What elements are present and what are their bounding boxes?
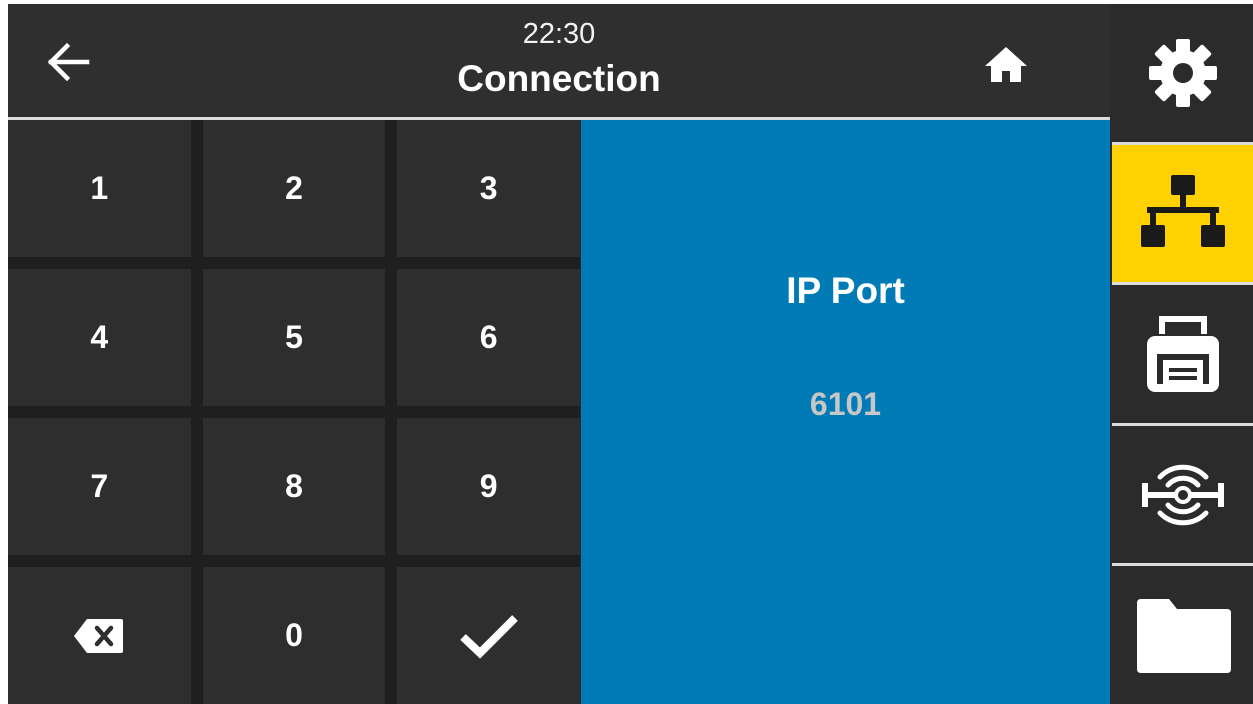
sidebar-item-settings[interactable] xyxy=(1112,4,1253,142)
value-entry-panel: IP Port 6101 xyxy=(581,120,1110,704)
key-7[interactable]: 7 xyxy=(8,418,191,555)
key-3[interactable]: 3 xyxy=(397,120,580,257)
backspace-key[interactable] xyxy=(8,567,191,704)
sidebar-item-print[interactable] xyxy=(1112,285,1253,423)
printer-screen: 22:30 Connection 1 2 3 4 5 6 7 8 9 0 IP … xyxy=(8,4,1253,704)
key-5[interactable]: 5 xyxy=(202,269,386,406)
key-0[interactable]: 0 xyxy=(202,567,386,704)
key-4[interactable]: 4 xyxy=(8,269,191,406)
page-title: Connection xyxy=(457,58,661,99)
home-icon xyxy=(985,47,1027,82)
home-button[interactable] xyxy=(976,34,1036,94)
backspace-icon xyxy=(74,618,124,653)
folder-icon xyxy=(1136,599,1231,674)
numeric-keypad: 1 2 3 4 5 6 7 8 9 0 xyxy=(8,120,580,704)
key-8[interactable]: 8 xyxy=(202,418,386,555)
sidebar-item-connection[interactable] xyxy=(1112,144,1253,283)
key-2[interactable]: 2 xyxy=(202,120,386,257)
sidebar-item-rfid[interactable] xyxy=(1112,425,1253,564)
network-connection-icon xyxy=(1140,175,1225,248)
rfid-sensor-icon xyxy=(1141,464,1224,525)
sidebar-item-storage[interactable] xyxy=(1112,566,1253,704)
key-1[interactable]: 1 xyxy=(8,120,191,257)
key-6[interactable]: 6 xyxy=(397,269,580,406)
field-label: IP Port xyxy=(786,270,905,311)
checkmark-icon xyxy=(459,614,518,659)
field-value[interactable]: 6101 xyxy=(581,386,1110,423)
key-9[interactable]: 9 xyxy=(397,418,580,555)
confirm-key[interactable] xyxy=(397,567,580,704)
sidebar-nav xyxy=(1112,4,1253,704)
printer-icon xyxy=(1146,315,1219,392)
settings-gear-icon xyxy=(1148,38,1217,107)
header-bar: 22:30 Connection xyxy=(8,4,1110,120)
clock-time: 22:30 xyxy=(522,18,596,50)
